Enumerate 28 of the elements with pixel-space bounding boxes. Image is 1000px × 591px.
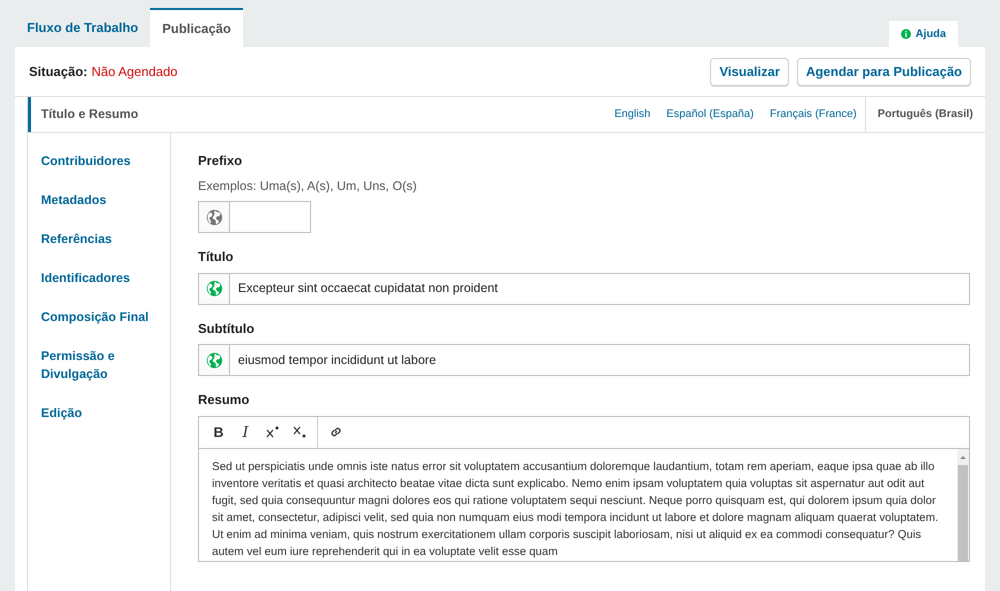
field-label: Prefixo (198, 152, 244, 170)
sidebar-item[interactable]: Metadados (28, 182, 170, 218)
bold-button[interactable]: B (205, 420, 232, 444)
sidebar-item[interactable]: Identificadores (28, 260, 170, 296)
locale-tab[interactable]: Français (France) (762, 97, 865, 132)
sidebar-item[interactable]: Permissão e Divulgação (28, 338, 170, 392)
text-field[interactable]: eiusmod tempor incididunt ut labore (230, 344, 970, 376)
tab[interactable]: Publicação (150, 8, 243, 47)
action-button[interactable]: Agendar para Publicação (796, 58, 971, 86)
field-label: Subtítulo (198, 320, 256, 338)
status-value: Não Agendado (92, 62, 178, 81)
sidebar-item[interactable]: Referências (28, 221, 170, 257)
action-button[interactable]: Visualizar (710, 58, 789, 86)
locale-tab[interactable]: Español (España) (658, 97, 762, 132)
field-label: Resumo (198, 391, 250, 410)
sidebar-item[interactable]: Composição Final (28, 299, 170, 335)
locale-tab[interactable]: English (606, 97, 658, 132)
help-button[interactable]: Ajuda (889, 21, 958, 47)
tab[interactable]: Fluxo de Trabalho (15, 8, 150, 47)
field-label: Título (198, 248, 234, 266)
abstract-text: Sed ut perspiciatis unde omnis iste natus error sit voluptatem accusantium doloremque laudantium, totam rem aperiam, eaque ipsa quae ab illo inventore veritatis et quasi architecto beatae vitae dicta sunt explicabo. Nemo enim ipsam voluptatem quia voluptas sit aspernatur aut odit aut fugit, sed quia consequuntur magni dolores eos qui ratione voluptatem sequi nesciunt. Neque porro quisquam est, qui dolorem ipsum quia dolor sit amet, consectetur, adipisci velit, sed quia non numquam eius modi tempora incidunt ut labore et dolore magnam aliquam quaerat voluptatem. Ut enim ad minima veniam, quis nostrum exercitationem ullam corporis suscipit laboriosam, nisi ut aliquid ex ea commodi consequatur? Quis autem vel eum iure reprehenderit qui in ea voluptate velit esse quam (211, 460, 940, 560)
sidebar-item[interactable]: Contribuidores (28, 143, 170, 179)
field-description: Exemplos: Uma(s), A(s), Um, Uns, O(s) (198, 178, 418, 195)
sidebar-item[interactable]: Edição (28, 395, 170, 431)
status-label: Situação: (29, 62, 88, 81)
italic-button[interactable]: I (232, 420, 259, 444)
text-field[interactable]: Excepteur sint occaecat cupidatat non proident (230, 272, 970, 305)
locale-tab[interactable]: Português (Brasil) (864, 97, 985, 132)
